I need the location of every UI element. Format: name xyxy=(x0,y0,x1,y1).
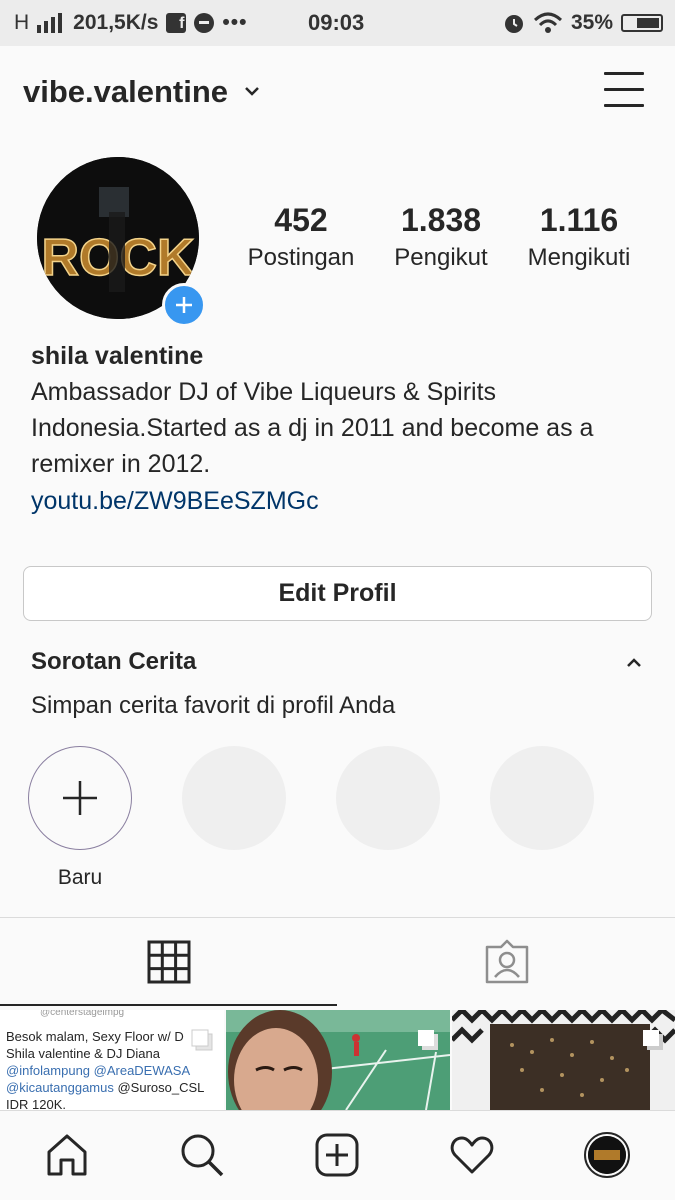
caption-line: Shila valentine & DJ Diana xyxy=(6,1046,160,1061)
stat-label: Pengikut xyxy=(394,244,488,271)
post-caption-text: Besok malam, Sexy Floor w/ D Shila valen… xyxy=(6,1028,211,1110)
battery-icon xyxy=(621,14,663,32)
plus-icon xyxy=(176,297,192,313)
alarm-icon xyxy=(504,15,523,33)
grid-icon xyxy=(147,940,190,984)
plus-icon xyxy=(63,781,97,815)
stat-followers[interactable]: 1.838 Pengikut xyxy=(371,200,511,272)
nav-profile-avatar xyxy=(584,1132,630,1178)
highlight-placeholder xyxy=(182,746,286,850)
carousel-icon xyxy=(418,1030,438,1050)
stat-following[interactable]: 1.116 Mengikuti xyxy=(509,200,649,272)
nav-home-button[interactable] xyxy=(39,1127,95,1183)
facebook-icon: f xyxy=(166,13,187,33)
carousel-icon xyxy=(191,1029,213,1051)
post-thumbnail[interactable]: @centerstagelmpg Besok malam, Sexy Floor… xyxy=(0,1010,224,1110)
profile-bio: Ambassador DJ of Vibe Liqueurs & Spirits… xyxy=(31,378,594,478)
edit-profile-button[interactable]: Edit Profil xyxy=(23,566,652,621)
new-highlight-label: Baru xyxy=(57,866,103,889)
nav-new-post-button[interactable] xyxy=(309,1127,365,1183)
bottom-navigation xyxy=(0,1110,675,1200)
post-source-text: @centerstagelmpg xyxy=(40,1010,125,1018)
highlights-title: Sorotan Cerita xyxy=(31,648,197,675)
status-bar: H 201,5K/s f ••• 09:03 35% xyxy=(0,0,675,46)
highlights-subtitle: Simpan cerita favorit di profil Anda xyxy=(31,692,396,719)
stat-posts[interactable]: 452 Postingan xyxy=(231,200,371,272)
add-story-button[interactable] xyxy=(162,283,206,327)
net-speed: 201,5K/s xyxy=(73,11,159,34)
caption-line: @infolampung @AreaDEWASA xyxy=(6,1063,191,1078)
caption-line: IDR 120K. xyxy=(6,1097,66,1110)
profile-link[interactable]: youtu.be/ZW9BEeSZMGc xyxy=(31,487,319,516)
chevron-up-icon[interactable] xyxy=(624,656,644,670)
new-highlight-button[interactable] xyxy=(28,746,132,850)
stat-value: 452 xyxy=(274,202,328,238)
caption-line: Besok malam, Sexy Floor w/ D xyxy=(6,1029,184,1044)
home-icon xyxy=(47,1134,87,1176)
heart-icon xyxy=(450,1136,494,1174)
profile-username[interactable]: vibe.valentine xyxy=(23,74,228,110)
clock: 09:03 xyxy=(308,10,365,35)
wifi-icon xyxy=(533,12,562,33)
nav-search-button[interactable] xyxy=(174,1127,230,1183)
battery-percent: 35% xyxy=(570,11,613,34)
stat-value: 1.838 xyxy=(400,202,482,238)
profile-full-name: shila valentine xyxy=(31,342,204,370)
post-thumbnail[interactable] xyxy=(452,1010,675,1110)
tab-tagged[interactable] xyxy=(338,918,675,1006)
caption-mention: @kicautanggamus xyxy=(6,1080,114,1095)
nav-profile-button[interactable] xyxy=(579,1127,635,1183)
signal-type: H xyxy=(14,11,30,34)
more-notifications-icon: ••• xyxy=(222,11,248,34)
chevron-down-icon[interactable] xyxy=(242,84,262,98)
tab-grid[interactable] xyxy=(0,918,337,1006)
highlight-placeholder xyxy=(490,746,594,850)
chat-icon xyxy=(194,13,215,33)
carousel-icon xyxy=(643,1030,663,1050)
stat-value: 1.116 xyxy=(539,202,619,238)
stat-label: Mengikuti xyxy=(527,244,631,271)
highlight-placeholder xyxy=(336,746,440,850)
nav-activity-button[interactable] xyxy=(444,1127,500,1183)
add-post-icon xyxy=(315,1133,359,1177)
menu-button[interactable] xyxy=(604,72,646,108)
tagged-person-icon xyxy=(485,939,528,984)
caption-mention: @Suroso_CSL xyxy=(113,1080,205,1095)
search-icon xyxy=(181,1134,224,1177)
signal-bars-icon xyxy=(37,13,63,33)
post-thumbnail[interactable] xyxy=(226,1010,450,1110)
stat-label: Postingan xyxy=(247,244,355,271)
active-tab-indicator xyxy=(0,1004,337,1006)
